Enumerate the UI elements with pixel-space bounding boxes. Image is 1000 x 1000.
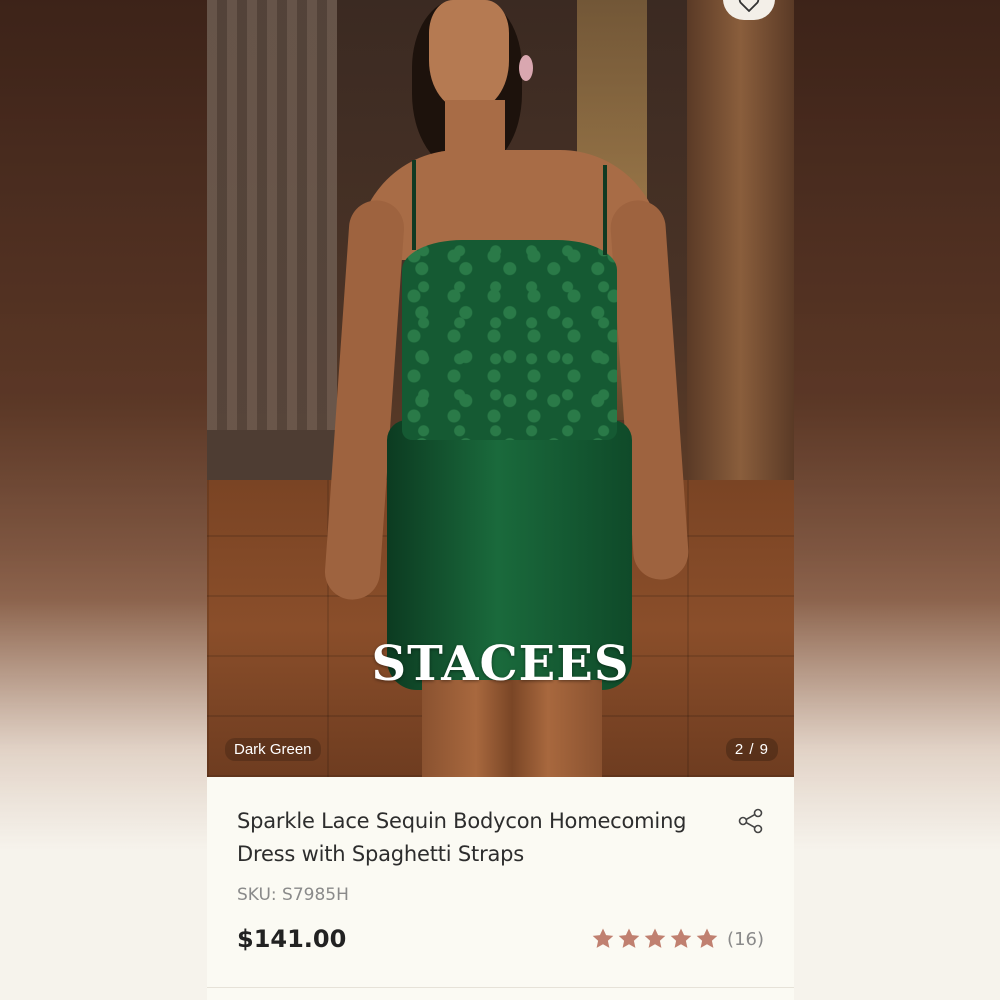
product-screen: STACEES Dark Green 2 / 9 Sparkle Lace Se… [207, 0, 794, 1000]
model-legs [422, 680, 602, 777]
background-pillar-right [687, 0, 794, 520]
product-image[interactable]: STACEES Dark Green 2 / 9 [207, 0, 794, 777]
product-title: Sparkle Lace Sequin Bodycon Homecoming D… [237, 809, 687, 866]
dress-strap-left [412, 160, 416, 250]
product-sku: SKU: S7985H [237, 885, 349, 905]
blurred-right-panel [794, 0, 1000, 1000]
color-label: Dark Green [225, 738, 321, 761]
star-icon [670, 928, 692, 948]
model-face [429, 0, 509, 110]
review-count[interactable]: (16) [727, 929, 764, 950]
image-counter: 2 / 9 [725, 738, 778, 761]
heart-icon [738, 0, 760, 16]
star-icon [644, 928, 666, 948]
product-rating[interactable]: (16) [591, 927, 764, 951]
dress-lace-bodice [402, 240, 617, 440]
dress-strap-right [603, 165, 607, 255]
star-icon [696, 928, 718, 948]
share-button[interactable] [735, 807, 767, 839]
star-icon [592, 928, 614, 948]
model-earring [519, 55, 533, 81]
share-icon [737, 807, 765, 839]
background-pillar [207, 0, 337, 500]
brand-watermark: STACEES [371, 636, 630, 692]
product-info-card: Sparkle Lace Sequin Bodycon Homecoming D… [207, 777, 794, 1000]
product-price: $141.00 [237, 925, 347, 953]
star-icon [618, 928, 640, 948]
divider [207, 987, 794, 988]
blurred-left-panel [0, 0, 207, 1000]
